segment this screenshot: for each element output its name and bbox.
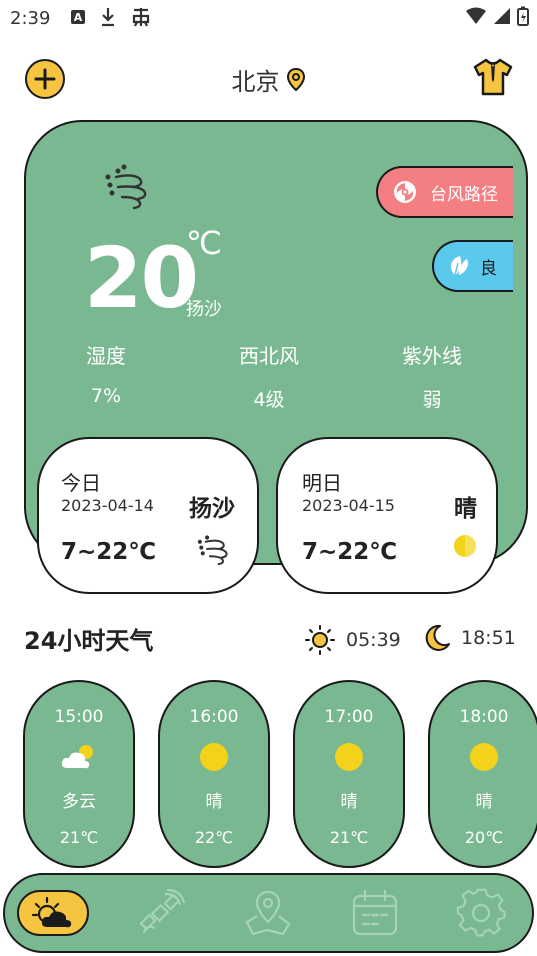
satellite-icon [139, 888, 186, 934]
hour-condition: 晴 [205, 792, 223, 812]
nav-map[interactable] [233, 886, 303, 940]
status-system-icons [465, 6, 529, 26]
day-temp-range: 7~22℃ [302, 539, 398, 565]
uv-value: 弱 [422, 389, 442, 411]
hourly-section-title: 24小时天气 [24, 627, 154, 655]
bug-icon [132, 8, 150, 27]
hour-condition: 晴 [340, 792, 358, 812]
hour-card[interactable]: 16:00 晴 22℃ [158, 680, 270, 868]
svg-text:A: A [74, 11, 83, 24]
status-notification-icons: A [70, 6, 152, 28]
day-name: 明日 [302, 471, 342, 495]
hour-time: 16:00 [189, 707, 239, 727]
day-date: 2023-04-15 [302, 496, 395, 515]
typhoon-icon [394, 181, 416, 203]
calendar-icon [352, 889, 398, 936]
outfit-button[interactable] [472, 58, 514, 100]
hour-time: 15:00 [54, 707, 104, 727]
hour-time: 18:00 [459, 707, 509, 727]
location-pin-icon [286, 67, 305, 91]
sun-icon [335, 743, 363, 771]
hour-temperature: 20℃ [464, 828, 504, 847]
current-condition: 扬沙 [186, 299, 222, 320]
day-temp-range: 7~22℃ [61, 539, 157, 565]
humidity-label: 湿度 [86, 344, 126, 368]
nav-satellite[interactable] [126, 886, 196, 940]
typhoon-path-button[interactable]: 台风路径 [376, 166, 513, 218]
hour-time: 17:00 [324, 707, 374, 727]
download-icon [102, 8, 114, 27]
sun-icon [200, 743, 228, 771]
tomorrow-card[interactable]: 明日 2023-04-15 晴 7~22℃ [276, 437, 498, 594]
status-bar: 2:39 A [0, 0, 537, 38]
nav-weather[interactable] [17, 890, 89, 936]
sun-icon [454, 535, 476, 557]
sunrise-info: 05:39 [304, 624, 401, 656]
city-header[interactable]: 北京 [0, 62, 537, 97]
air-quality-button[interactable]: 良 [432, 240, 513, 292]
day-name: 今日 [61, 471, 101, 495]
sun-icon [470, 743, 498, 771]
city-name: 北京 [231, 68, 280, 96]
typhoon-path-label: 台风路径 [430, 184, 498, 205]
text-a-icon: A [71, 10, 85, 24]
humidity-value: 7% [90, 385, 122, 407]
temperature-unit: ℃ [186, 224, 222, 262]
wind-level-value: 4级 [253, 389, 285, 411]
wind-direction-label: 西北风 [239, 344, 299, 368]
dust-wind-icon [197, 535, 228, 566]
uv-label: 紫外线 [402, 344, 462, 368]
shirt-icon [473, 58, 513, 96]
hour-temperature: 22℃ [194, 828, 234, 847]
hour-card[interactable]: 17:00 晴 21℃ [293, 680, 405, 868]
leaf-icon [450, 256, 468, 276]
status-time: 2:39 [10, 8, 51, 29]
sunset-info: 18:51 [423, 624, 516, 652]
settings-icon [456, 888, 506, 937]
sunset-time: 18:51 [461, 627, 516, 649]
signal-icon [494, 8, 510, 24]
battery-icon [517, 6, 529, 26]
map-icon [245, 890, 291, 936]
hour-temperature: 21℃ [59, 828, 99, 847]
hour-temperature: 21℃ [329, 828, 369, 847]
today-card[interactable]: 今日 2023-04-14 扬沙 7~22℃ [37, 437, 259, 594]
hour-card[interactable]: 18:00 晴 20℃ [428, 680, 537, 868]
sunrise-icon [305, 625, 335, 655]
current-temperature: 20 [84, 229, 199, 327]
sunrise-time: 05:39 [346, 629, 401, 651]
moon-icon [425, 624, 450, 651]
partly-cloudy-icon [61, 745, 93, 769]
hour-card[interactable]: 15:00 多云 21℃ [23, 680, 135, 868]
nav-calendar[interactable] [340, 886, 410, 940]
wifi-icon [466, 7, 486, 24]
aqi-label: 良 [480, 258, 497, 279]
weather-icon [31, 896, 72, 928]
day-condition: 晴 [454, 496, 477, 522]
hour-condition: 多云 [62, 792, 96, 812]
dust-wind-icon [105, 164, 147, 210]
nav-settings[interactable] [447, 886, 517, 940]
day-condition: 扬沙 [189, 496, 235, 522]
hour-condition: 晴 [475, 792, 493, 812]
day-date: 2023-04-14 [61, 496, 154, 515]
